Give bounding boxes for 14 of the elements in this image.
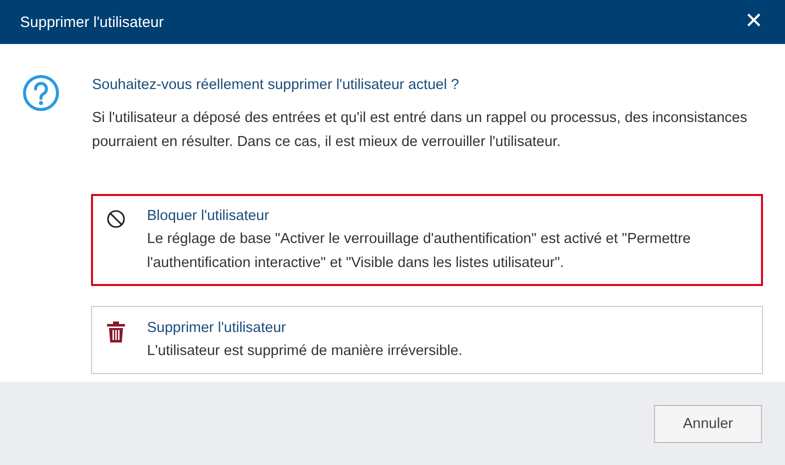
option-description: L'utilisateur est supprimé de manière irréversible. (147, 342, 462, 361)
option-title: Bloquer l'utilisateur (147, 207, 270, 226)
help-icon (22, 74, 60, 112)
option-title: Supprimer l'utilisateur (147, 319, 287, 338)
option-card[interactable]: Supprimer l'utilisateur L'utilisateur est supprimé de manière irréversible. (91, 306, 763, 374)
cancel-button[interactable]: Annuler (654, 404, 762, 442)
trash-icon (106, 321, 126, 343)
explanation-text: Si l'utilisateur a déposé des entrées et qu'il est entré dans un rappel ou processus, des inconsistances pourraient en résulter. Dans ce cas, il est mieux de verrouiller l'utilisateur. (92, 109, 748, 152)
option-description: Le réglage de base "Activer le verrouillage d'authentification" est activé et "Permettre l'authentification interactive" et "Visible dans les listes utilisateur". (147, 230, 692, 273)
question-heading: Souhaitez-vous réellement supprimer l'utilisateur actuel ? (92, 77, 460, 93)
prohibited-icon (106, 209, 126, 229)
close-button[interactable]: ✕ (744, 11, 763, 33)
window-title: Supprimer l'utilisateur (20, 14, 164, 30)
option-card[interactable]: Bloquer l'utilisateur Le réglage de base "Activer le verrouillage d'authentification" est activé et "Permettre l'authentification interactive" et "Visible dans les listes utilisateur". (91, 194, 763, 286)
